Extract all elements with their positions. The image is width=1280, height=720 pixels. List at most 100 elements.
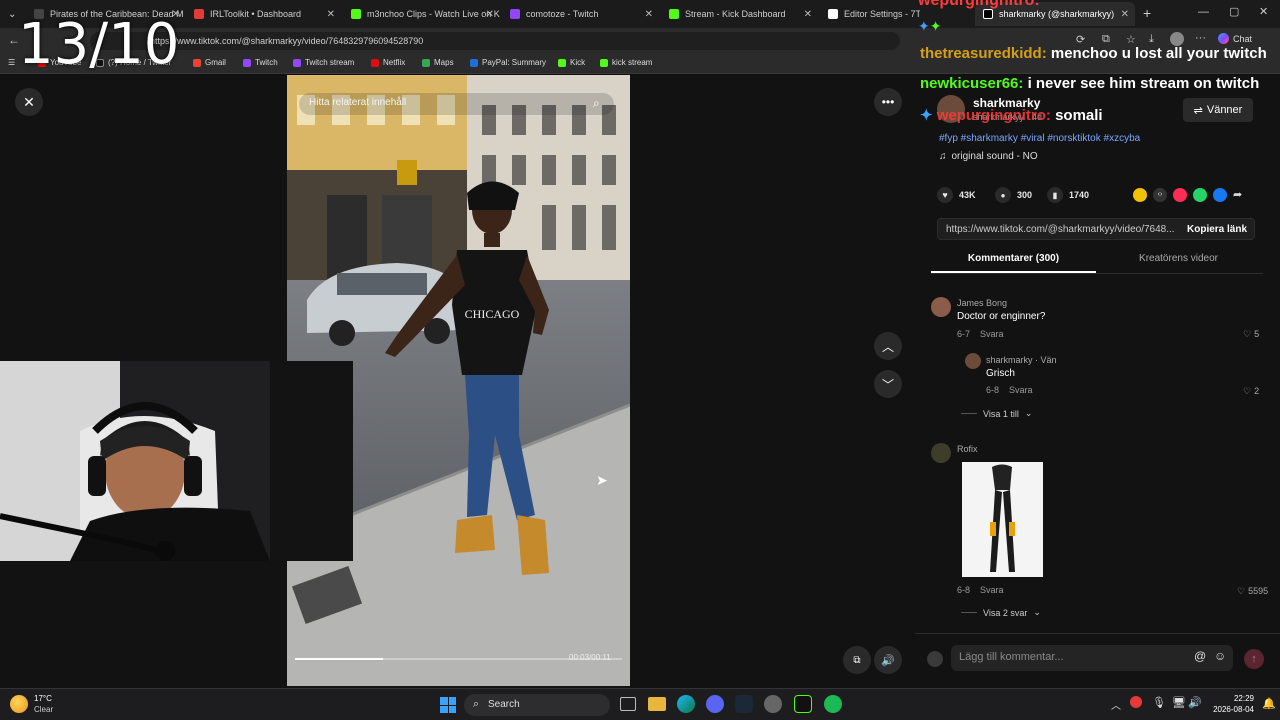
close-icon[interactable]: ✕	[645, 9, 653, 20]
comment-user[interactable]: James Bong	[957, 298, 1007, 308]
bookmark-twitch-stream[interactable]: Twitch stream	[293, 58, 354, 67]
bookmark-kick[interactable]: Kick	[558, 58, 585, 67]
tray-app-icon[interactable]	[1130, 696, 1142, 708]
post-hashtags[interactable]: #fyp #sharkmarky #viral #norsktiktok #xz…	[939, 133, 1140, 144]
volume-icon[interactable]: 🔊	[874, 646, 902, 674]
tab-7tv[interactable]: Editor Settings - 7TV	[820, 2, 920, 26]
show-more-replies[interactable]: Visa 2 svar ⌄	[961, 607, 1041, 618]
comment-image[interactable]	[962, 462, 1043, 577]
avatar[interactable]	[965, 353, 981, 369]
url-field[interactable]: https://www.tiktok.com/@sharkmarkyy/vide…	[90, 32, 900, 50]
tab-creator-videos[interactable]: Kreatörens videor	[1096, 253, 1261, 264]
task-view-icon[interactable]	[620, 697, 636, 711]
emoji-icon[interactable]: ☺	[1214, 649, 1226, 663]
bookmark-netflix[interactable]: Netflix	[371, 58, 405, 67]
minimize-icon[interactable]: —	[1198, 6, 1209, 18]
obs-icon[interactable]	[764, 695, 782, 713]
tab-m3nchoo-clips[interactable]: m3nchoo Clips - Watch Live on Ki ✕	[343, 2, 500, 26]
mention-icon[interactable]: @	[1194, 649, 1206, 663]
bookmark-paypal[interactable]: PayPal: Summary	[470, 58, 546, 67]
close-player-button[interactable]: ✕	[15, 88, 43, 116]
comment-like[interactable]: ♡ 2	[1243, 386, 1259, 397]
overlay-counter: 13/10	[18, 12, 180, 77]
share-arrow-icon[interactable]: ➦	[1233, 188, 1242, 202]
chevron-down-icon: ⌄	[1024, 408, 1033, 418]
bookmark-twitch[interactable]: Twitch	[243, 58, 278, 67]
window-close-icon[interactable]: ✕	[1259, 5, 1268, 18]
clock-date[interactable]: 2026-08-04	[1202, 705, 1254, 714]
windows-taskbar: 17°C Clear ⌕ Search ︿ 🎙 🖥 🔊 22:29 2026-0…	[0, 688, 1280, 720]
windows-start-icon[interactable]	[440, 697, 456, 713]
tab-kick-dashboard[interactable]: Stream - Kick Dashboard ✕	[661, 2, 818, 26]
avatar[interactable]	[931, 443, 951, 463]
terminal-icon[interactable]	[794, 695, 812, 713]
tab-comotoze[interactable]: comotoze - Twitch ✕	[502, 2, 659, 26]
sidebar-toggle-icon[interactable]: ☰	[8, 58, 15, 67]
send-comment-button[interactable]: ↑	[1244, 649, 1264, 669]
post-sound[interactable]: ♫ original sound - NO	[939, 151, 1038, 162]
weather-icon[interactable]	[10, 695, 28, 713]
comment-meta: 6-7 Svara	[957, 329, 1004, 339]
notifications-icon[interactable]: 🔔	[1262, 697, 1276, 710]
embed-icon[interactable]: ‹›	[1153, 188, 1167, 202]
send-icon[interactable]	[1173, 188, 1187, 202]
reply-button[interactable]: Svara	[980, 329, 1004, 339]
spotify-icon[interactable]	[824, 695, 842, 713]
chat-user: thetreasuredkidd:	[920, 45, 1047, 62]
close-icon[interactable]: ✕	[804, 9, 812, 20]
bookmark-gmail[interactable]: Gmail	[193, 58, 226, 67]
discord-icon[interactable]	[706, 695, 724, 713]
comment-icon: ●	[995, 187, 1011, 203]
clock-time[interactable]: 22:29	[1210, 694, 1254, 703]
facebook-icon[interactable]	[1213, 188, 1227, 202]
comment-like[interactable]: ♡ 5595	[1237, 586, 1268, 597]
microphone-icon[interactable]: 🎙	[1152, 696, 1166, 709]
new-tab-icon[interactable]: +	[1143, 5, 1151, 21]
comment-user[interactable]: sharkmarky · Vän	[986, 355, 1057, 365]
pip-button[interactable]: ⧉	[843, 646, 871, 674]
speaker-icon[interactable]: 🔊	[1188, 696, 1202, 709]
taskbar-search[interactable]: ⌕ Search	[464, 694, 610, 716]
comment-like[interactable]: ♡ 5	[1243, 329, 1259, 340]
previous-video-button[interactable]: ︿	[874, 332, 902, 360]
badge-icon: ✦	[918, 18, 930, 34]
like-button[interactable]: ♥ 43K	[937, 187, 976, 203]
bookmark-kick-stream[interactable]: kick stream	[600, 58, 652, 67]
avatar[interactable]	[1170, 32, 1184, 46]
network-icon[interactable]: 🖥	[1172, 696, 1186, 709]
tab-irltoolkit[interactable]: IRLToolkit • Dashboard ✕	[186, 2, 341, 26]
comment-user[interactable]: Rofix	[957, 444, 978, 454]
comment-button[interactable]: ● 300	[995, 187, 1032, 203]
search-icon[interactable]: ⌕	[593, 96, 600, 111]
coin-icon[interactable]	[1133, 188, 1147, 202]
more-options-button[interactable]: •••	[874, 88, 902, 116]
bookmark-maps[interactable]: Maps	[422, 58, 454, 67]
whatsapp-icon[interactable]	[1193, 188, 1207, 202]
tray-expand-icon[interactable]: ︿	[1111, 697, 1121, 712]
weather-temp[interactable]: 17°C	[34, 694, 52, 703]
edge-icon[interactable]	[677, 695, 695, 713]
related-search-input[interactable]: Hitta relaterat innehåll	[299, 93, 614, 115]
reply-button[interactable]: Svara	[1009, 385, 1033, 395]
tab-favicon	[351, 9, 361, 19]
close-icon[interactable]: ✕	[486, 9, 494, 20]
comment-input[interactable]: Lägg till kommentar...	[951, 645, 1233, 671]
tab-comments[interactable]: Kommentarer (300)	[931, 253, 1096, 264]
copy-link-button[interactable]: Kopiera länk	[1187, 224, 1247, 235]
show-more-replies[interactable]: Visa 1 till ⌄	[961, 408, 1032, 419]
comment-text: Grisch	[986, 368, 1015, 379]
friends-button[interactable]: ⇌ Vänner	[1183, 98, 1253, 122]
maximize-icon[interactable]: ▢	[1229, 5, 1239, 18]
chat-message: ✦ wepurgingnitro: somali	[920, 106, 1103, 124]
close-icon[interactable]: ✕	[327, 9, 335, 20]
file-explorer-icon[interactable]	[648, 697, 666, 711]
reply-button[interactable]: Svara	[980, 585, 1004, 595]
next-video-button[interactable]: ﹀	[874, 370, 902, 398]
chat-button[interactable]: Chat	[1218, 33, 1252, 44]
avatar[interactable]	[931, 297, 951, 317]
share-link-text[interactable]: https://www.tiktok.com/@sharkmarkyy/vide…	[946, 224, 1175, 235]
save-button[interactable]: ▮ 1740	[1047, 187, 1089, 203]
steam-icon[interactable]	[735, 695, 753, 713]
close-icon[interactable]: ✕	[1121, 9, 1129, 20]
more-icon[interactable]: ···	[1195, 32, 1206, 44]
